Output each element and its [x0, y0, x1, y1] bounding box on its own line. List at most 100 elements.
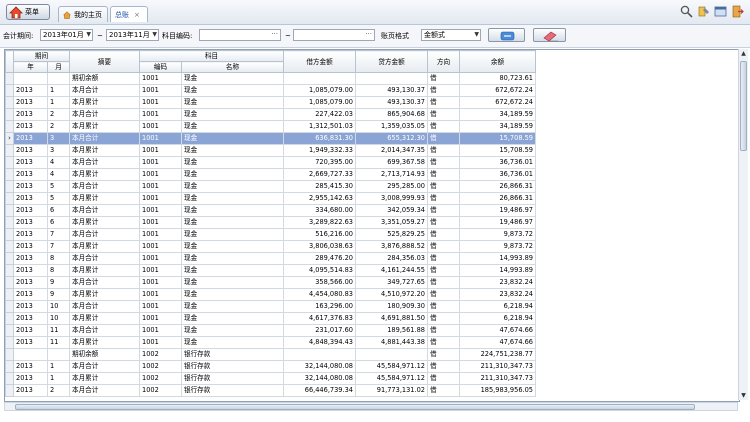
month-cell: 1 — [47, 360, 70, 373]
row-pointer-icon[interactable]: › — [5, 132, 14, 145]
name-cell: 现金 — [181, 192, 284, 205]
row-indicator[interactable] — [5, 108, 14, 121]
table-row[interactable]: 2013 1 本月累计 1001 现金 1,085,079.00 493,130.37 借 67… — [5, 96, 536, 109]
scroll-down-icon[interactable]: ▼ — [739, 391, 748, 400]
summary-header[interactable]: 摘要 — [69, 50, 140, 73]
row-indicator[interactable] — [5, 84, 14, 97]
table-row[interactable]: 2013 10 本月累计 1001 现金 4,617,376.83 4,691,881.50… — [5, 312, 536, 325]
table-row[interactable]: 2013 2 本月合计 1002 银行存款 66,446,739.34 91,773,131… — [5, 384, 536, 397]
table-row[interactable]: 2013 9 本月合计 1001 现金 358,566.00 349,727.65 借 23,8… — [5, 276, 536, 289]
row-indicator[interactable] — [5, 168, 14, 181]
scrollbar-thumb[interactable] — [740, 61, 747, 151]
row-indicator[interactable] — [5, 144, 14, 157]
table-row[interactable]: 2013 1 本月合计 1002 银行存款 32,144,080.08 45,584,971… — [5, 360, 536, 373]
table-row[interactable]: 2013 4 本月合计 1001 现金 720,395.00 699,367.58 借 36,7… — [5, 156, 536, 169]
row-indicator[interactable] — [5, 348, 14, 361]
table-row[interactable]: 2013 6 本月累计 1001 现金 3,289,822.63 3,351,059.27 借… — [5, 216, 536, 229]
query-button[interactable] — [488, 28, 525, 42]
row-indicator[interactable] — [5, 228, 14, 241]
row-indicator[interactable] — [5, 264, 14, 277]
account-to-input[interactable]: ··· — [293, 29, 375, 41]
row-indicator[interactable] — [5, 360, 14, 373]
month-cell: 9 — [47, 288, 70, 301]
row-indicator[interactable] — [5, 96, 14, 109]
table-row[interactable]: 2013 7 本月累计 1001 现金 3,806,038.63 3,876,888.52 借… — [5, 240, 536, 253]
row-indicator[interactable] — [5, 180, 14, 193]
table-row[interactable]: 2013 9 本月累计 1001 现金 4,454,080.83 4,510,972.20 借… — [5, 288, 536, 301]
credit-header[interactable]: 贷方金额 — [355, 50, 428, 73]
table-row[interactable]: 2013 3 本月累计 1001 现金 1,949,332.33 2,014,347.35 借… — [5, 144, 536, 157]
format-select[interactable]: 金额式 ▼ — [421, 29, 481, 41]
tab-my-home[interactable]: 我的主页 — [58, 6, 108, 22]
debit-cell: 2,955,142.63 — [283, 192, 356, 205]
table-row[interactable]: 2013 1 本月累计 1002 银行存款 32,144,080.08 45,584,971… — [5, 372, 536, 385]
row-indicator[interactable] — [5, 156, 14, 169]
table-row[interactable]: 2013 2 本月合计 1001 现金 227,422.03 865,904.68 借 34,1… — [5, 108, 536, 121]
table-row[interactable]: 2013 5 本月合计 1001 现金 285,415.30 295,285.00 借 26,8… — [5, 180, 536, 193]
ellipsis-icon[interactable]: ··· — [271, 29, 278, 39]
table-row[interactable]: 2013 8 本月合计 1001 现金 289,476.20 284,356.03 借 14,9… — [5, 252, 536, 265]
table-row[interactable]: 2013 2 本月累计 1001 现金 1,312,501.03 1,359,035.05 借… — [5, 120, 536, 133]
month-cell: 8 — [47, 264, 70, 277]
table-row[interactable]: 2013 7 本月合计 1001 现金 516,216.00 525,829.25 借 9,87… — [5, 228, 536, 241]
row-indicator[interactable] — [5, 204, 14, 217]
debit-cell: 720,395.00 — [283, 156, 356, 169]
row-indicator[interactable] — [5, 312, 14, 325]
row-indicator[interactable] — [5, 72, 14, 85]
table-row[interactable]: 期初余额 1001 现金 借 80,723.61 — [5, 72, 536, 85]
balance-header[interactable]: 余额 — [459, 50, 536, 73]
summary-cell: 本月合计 — [69, 156, 140, 169]
period-to-select[interactable]: 2013年11月 ▼ — [106, 29, 159, 41]
year-header[interactable]: 年 — [13, 61, 48, 73]
scroll-up-icon[interactable]: ▲ — [739, 49, 748, 58]
table-row[interactable]: 2013 4 本月累计 1001 现金 2,669,727.33 2,713,714.93 借… — [5, 168, 536, 181]
table-row[interactable]: 2013 1 本月合计 1001 现金 1,085,079.00 493,130.37 借 67… — [5, 84, 536, 97]
row-indicator[interactable] — [5, 276, 14, 289]
row-indicator[interactable] — [5, 120, 14, 133]
clear-button[interactable] — [533, 28, 566, 42]
vertical-scrollbar[interactable]: ▲ ▼ — [738, 49, 748, 400]
scrollbar-thumb[interactable] — [15, 404, 695, 410]
horizontal-scrollbar[interactable] — [4, 402, 738, 411]
close-icon[interactable]: × — [134, 11, 140, 19]
credit-cell — [355, 348, 428, 361]
row-indicator[interactable] — [5, 372, 14, 385]
table-row[interactable]: 2013 11 本月累计 1001 现金 4,848,394.43 4,881,443.38… — [5, 336, 536, 349]
row-indicator[interactable] — [5, 324, 14, 337]
row-indicator[interactable] — [5, 216, 14, 229]
code-header[interactable]: 编码 — [139, 61, 182, 73]
direction-header[interactable]: 方向 — [427, 50, 460, 73]
table-row[interactable]: 2013 10 本月合计 1001 现金 163,296.00 180,909.30 借 6,2… — [5, 300, 536, 313]
row-indicator[interactable] — [5, 252, 14, 265]
row-indicator[interactable] — [5, 300, 14, 313]
row-indicator[interactable] — [5, 288, 14, 301]
period-from-select[interactable]: 2013年01月 ▼ — [40, 29, 93, 41]
table-row[interactable]: 期初余额 1002 银行存款 借 224,751,238.77 — [5, 348, 536, 361]
year-cell: 2013 — [13, 120, 48, 133]
exit-icon[interactable] — [731, 5, 744, 18]
menu-button[interactable]: 菜单 — [6, 4, 50, 20]
name-cell: 银行存款 — [181, 372, 284, 385]
tools-icon[interactable] — [697, 5, 710, 18]
tab-general-ledger[interactable]: 总账 × — [110, 6, 148, 22]
table-row[interactable]: 2013 11 本月合计 1001 现金 231,017.60 189,561.88 借 47,… — [5, 324, 536, 337]
row-indicator[interactable] — [5, 240, 14, 253]
account-from-input[interactable]: ··· — [199, 29, 281, 41]
debit-cell: 3,289,822.63 — [283, 216, 356, 229]
ellipsis-icon[interactable]: ··· — [365, 29, 372, 39]
summary-cell: 本月合计 — [69, 84, 140, 97]
row-indicator[interactable] — [5, 336, 14, 349]
month-header[interactable]: 月 — [47, 61, 70, 73]
table-row[interactable]: 2013 6 本月合计 1001 现金 334,680.00 342,059.34 借 19,4… — [5, 204, 536, 217]
direction-cell: 借 — [427, 216, 460, 229]
window-icon[interactable] — [714, 5, 727, 18]
row-indicator[interactable] — [5, 384, 14, 397]
table-row[interactable]: 2013 5 本月累计 1001 现金 2,955,142.63 3,008,999.93 借… — [5, 192, 536, 205]
debit-cell: 32,144,080.08 — [283, 372, 356, 385]
table-row[interactable]: 2013 8 本月累计 1001 现金 4,095,514.83 4,161,244.55 借… — [5, 264, 536, 277]
row-indicator[interactable] — [5, 192, 14, 205]
search-icon[interactable] — [680, 5, 693, 18]
table-row[interactable]: › 2013 3 本月合计 1001 现金 636,831.30 655,312.30 借 15,… — [5, 132, 536, 145]
debit-header[interactable]: 借方金额 — [283, 50, 356, 73]
name-header[interactable]: 名称 — [181, 61, 284, 73]
